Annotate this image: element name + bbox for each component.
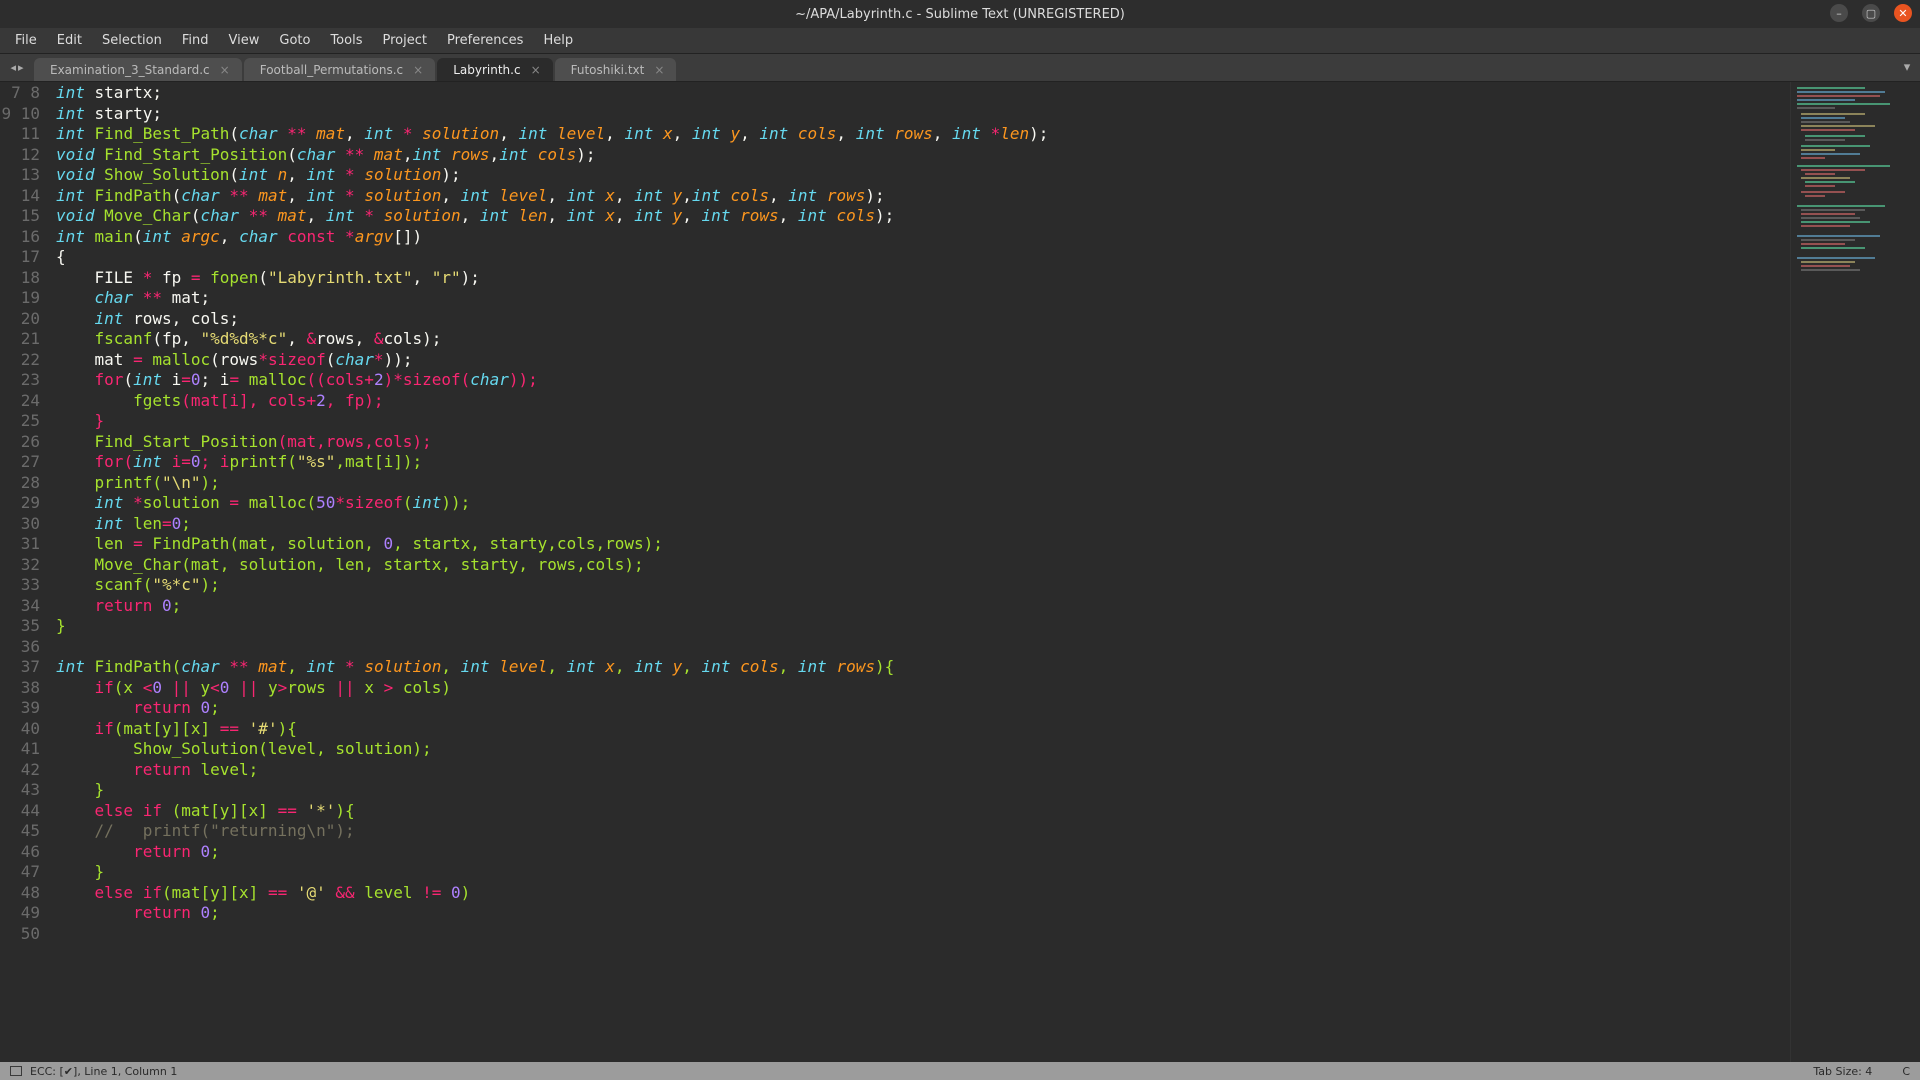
tab-football[interactable]: Football_Permutations.c ×: [244, 58, 435, 81]
menu-file[interactable]: File: [6, 30, 46, 51]
tabbar: ◂▸ Examination_3_Standard.c × Football_Pe…: [0, 54, 1920, 82]
menu-preferences[interactable]: Preferences: [438, 30, 532, 51]
titlebar: ~/APA/Labyrinth.c - Sublime Text (UNREGI…: [0, 0, 1920, 28]
chevron-right-icon: ▸: [18, 61, 24, 74]
maximize-icon[interactable]: ▢: [1862, 4, 1880, 22]
menu-view[interactable]: View: [220, 30, 269, 51]
menu-tools[interactable]: Tools: [321, 30, 371, 51]
close-icon[interactable]: ×: [654, 63, 664, 77]
panel-icon[interactable]: [10, 1066, 22, 1076]
tab-label: Football_Permutations.c: [260, 63, 403, 77]
menu-edit[interactable]: Edit: [48, 30, 91, 51]
window-controls: – ▢ ✕: [1830, 4, 1912, 22]
menu-selection[interactable]: Selection: [93, 30, 171, 51]
tab-futoshiki[interactable]: Futoshiki.txt ×: [555, 58, 677, 81]
tab-examination[interactable]: Examination_3_Standard.c ×: [34, 58, 242, 81]
minimize-icon[interactable]: –: [1830, 4, 1848, 22]
chevron-left-icon: ◂: [10, 61, 16, 74]
tab-label: Futoshiki.txt: [571, 63, 645, 77]
minimap[interactable]: [1790, 82, 1920, 1062]
close-icon[interactable]: ×: [531, 63, 541, 77]
close-icon[interactable]: ✕: [1894, 4, 1912, 22]
status-left: ECC: [✔], Line 1, Column 1: [30, 1065, 177, 1078]
code-area[interactable]: int startx; int starty; int Find_Best_Pa…: [50, 82, 1790, 1062]
close-icon[interactable]: ×: [413, 63, 423, 77]
menu-find[interactable]: Find: [173, 30, 218, 51]
tab-nav[interactable]: ◂▸: [0, 54, 34, 81]
menu-help[interactable]: Help: [534, 30, 582, 51]
menu-project[interactable]: Project: [373, 30, 435, 51]
tab-overflow-icon[interactable]: ▾: [1894, 54, 1920, 81]
menu-goto[interactable]: Goto: [270, 30, 319, 51]
line-gutter: 7 8 9 10 11 12 13 14 15 16 17 18 19 20 2…: [0, 82, 50, 1062]
tab-labyrinth[interactable]: Labyrinth.c ×: [437, 58, 552, 81]
minimap-icon: [1795, 84, 1915, 784]
tab-label: Labyrinth.c: [453, 63, 520, 77]
tab-label: Examination_3_Standard.c: [50, 63, 210, 77]
status-tabsize[interactable]: Tab Size: 4: [1813, 1065, 1872, 1078]
menubar: File Edit Selection Find View Goto Tools…: [0, 28, 1920, 54]
window-title: ~/APA/Labyrinth.c - Sublime Text (UNREGI…: [795, 7, 1125, 22]
editor[interactable]: 7 8 9 10 11 12 13 14 15 16 17 18 19 20 2…: [0, 82, 1920, 1062]
statusbar: ECC: [✔], Line 1, Column 1 Tab Size: 4 C: [0, 1062, 1920, 1080]
close-icon[interactable]: ×: [220, 63, 230, 77]
status-language[interactable]: C: [1902, 1065, 1910, 1078]
